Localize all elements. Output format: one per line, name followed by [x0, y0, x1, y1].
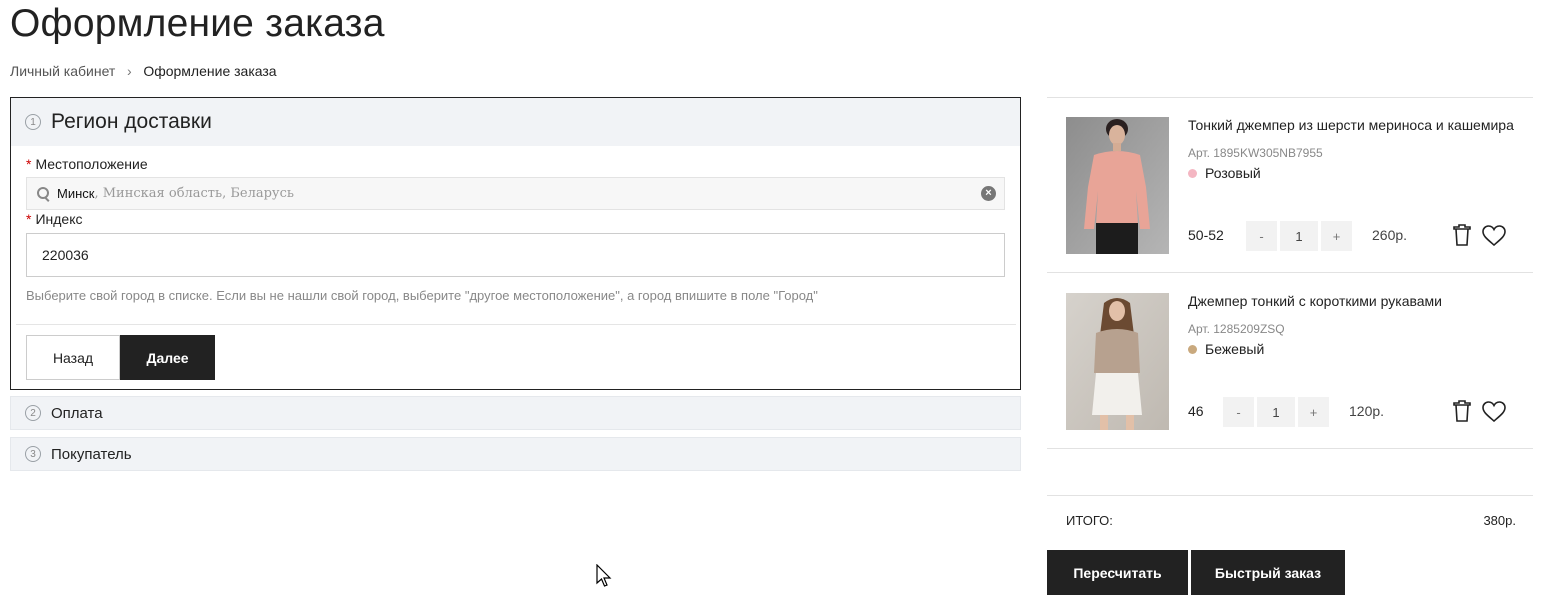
payment-title: Оплата: [51, 404, 103, 422]
total-label: ИТОГО:: [1066, 513, 1113, 528]
total-value: 380р.: [1483, 513, 1516, 528]
delivery-region-header[interactable]: 1 Регион доставки: [11, 98, 1020, 146]
product-sku: Арт. 1285209ZSQ: [1188, 322, 1285, 336]
page-title: Оформление заказа: [10, 2, 385, 45]
recalculate-button[interactable]: Пересчитать: [1047, 550, 1188, 595]
product-color-label: Бежевый: [1205, 341, 1265, 357]
product-image[interactable]: [1066, 117, 1169, 254]
payment-section[interactable]: 2 Оплата: [10, 396, 1021, 430]
next-button[interactable]: Далее: [120, 335, 215, 380]
location-label: * Местоположение: [26, 156, 148, 172]
index-input[interactable]: [26, 233, 1005, 277]
delivery-region-section: 1 Регион доставки * Местоположение Минск,…: [10, 97, 1021, 390]
product-color-label: Розовый: [1205, 165, 1261, 181]
quantity-stepper: - 1 +: [1223, 397, 1329, 427]
total-divider: [1047, 495, 1533, 496]
qty-increase-button[interactable]: +: [1321, 221, 1352, 251]
buyer-title: Покупатель: [51, 445, 132, 463]
step-number-1: 1: [25, 114, 41, 130]
product-size: 50-52: [1188, 227, 1224, 243]
color-dot-icon: [1188, 168, 1197, 178]
cart-item: Джемпер тонкий с короткими рукавами Арт.…: [1047, 273, 1533, 449]
back-button[interactable]: Назад: [26, 335, 120, 380]
buyer-section[interactable]: 3 Покупатель: [10, 437, 1021, 471]
location-region: , Минская область, Беларусь: [94, 186, 294, 201]
step-number-2: 2: [25, 405, 41, 421]
mouse-cursor-icon: [596, 564, 612, 587]
location-hint: Выберите свой город в списке. Если вы не…: [26, 288, 818, 303]
location-city: Минск: [57, 186, 95, 201]
breadcrumb-separator-icon: ›: [126, 63, 132, 79]
product-name[interactable]: Тонкий джемпер из шерсти мериноса и каше…: [1188, 117, 1514, 133]
search-icon: [37, 186, 51, 201]
breadcrumb: Личный кабинет › Оформление заказа: [10, 63, 277, 79]
location-label-text: Местоположение: [35, 156, 148, 172]
clear-icon[interactable]: ×: [981, 186, 996, 201]
cart-item: Тонкий джемпер из шерсти мериноса и каше…: [1047, 97, 1533, 273]
qty-decrease-button[interactable]: -: [1223, 397, 1254, 427]
product-name[interactable]: Джемпер тонкий с короткими рукавами: [1188, 293, 1442, 309]
qty-increase-button[interactable]: +: [1298, 397, 1329, 427]
product-color: Розовый: [1188, 165, 1261, 181]
heart-icon[interactable]: [1481, 224, 1507, 248]
location-field[interactable]: Минск, Минская область, Беларусь ×: [26, 177, 1005, 210]
required-mark: *: [26, 211, 32, 227]
quantity-stepper: - 1 +: [1246, 221, 1352, 251]
qty-decrease-button[interactable]: -: [1246, 221, 1277, 251]
product-sku: Арт. 1895KW305NB7955: [1188, 146, 1323, 160]
product-size: 46: [1188, 403, 1204, 419]
product-image[interactable]: [1066, 293, 1169, 430]
step-number-3: 3: [25, 446, 41, 462]
product-color: Бежевый: [1188, 341, 1264, 357]
trash-icon[interactable]: [1452, 223, 1472, 247]
index-label-text: Индекс: [35, 211, 83, 227]
qty-value[interactable]: 1: [1257, 397, 1295, 427]
qty-value[interactable]: 1: [1280, 221, 1318, 251]
breadcrumb-current: Оформление заказа: [143, 63, 277, 79]
trash-icon[interactable]: [1452, 399, 1472, 423]
breadcrumb-link-account[interactable]: Личный кабинет: [10, 63, 115, 79]
color-dot-icon: [1188, 344, 1197, 354]
divider: [16, 324, 1016, 325]
required-mark: *: [26, 156, 32, 172]
heart-icon[interactable]: [1481, 400, 1507, 424]
product-price: 120р.: [1349, 403, 1385, 419]
quick-order-button[interactable]: Быстрый заказ: [1191, 550, 1345, 595]
product-price: 260р.: [1372, 227, 1408, 243]
index-label: * Индекс: [26, 211, 82, 227]
delivery-region-title: Регион доставки: [51, 110, 212, 133]
